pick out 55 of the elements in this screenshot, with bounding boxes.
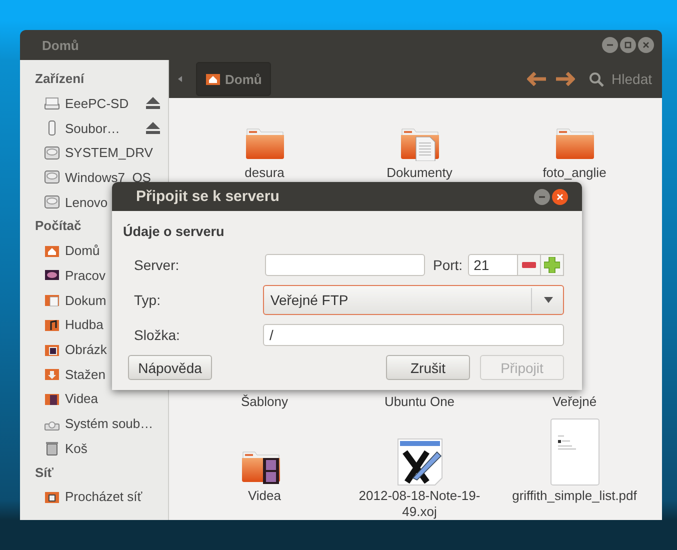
- pdf-thumbnail[interactable]: [550, 418, 600, 486]
- sidebar-item[interactable]: Procházet síť: [20, 484, 168, 510]
- port-field[interactable]: 21: [468, 254, 518, 276]
- cancel-button[interactable]: Zrušit: [386, 355, 470, 380]
- sidebar-item[interactable]: Windows7_OS: [20, 165, 168, 190]
- caret-icon: [544, 296, 553, 302]
- document-icon[interactable]: [396, 438, 442, 486]
- help-button[interactable]: Nápověda: [128, 355, 212, 380]
- field-label: Port:: [433, 256, 463, 272]
- window-title: Domů: [42, 38, 79, 52]
- file-name[interactable]: foto_anglie: [510, 165, 640, 181]
- minimize-button[interactable]: [602, 37, 618, 53]
- sidebar-item[interactable]: Systém soub…: [20, 411, 168, 436]
- field-label: Složka:: [133, 326, 181, 342]
- location-button[interactable]: Domů: [196, 62, 271, 96]
- file-name[interactable]: 2012-08-18-Note-19-49.xoj: [354, 488, 484, 520]
- trash-icon: [44, 440, 60, 456]
- file-name[interactable]: Videa: [200, 488, 330, 504]
- type-dropdown[interactable]: Veřejné FTP: [263, 284, 564, 314]
- minus-icon: [522, 262, 536, 268]
- file-name[interactable]: desura: [200, 165, 330, 181]
- drive-icon: [44, 95, 60, 112]
- file-name[interactable]: Ubuntu One: [354, 394, 484, 410]
- server-field[interactable]: [265, 254, 425, 276]
- sidebar-heading: Počítač: [34, 217, 82, 236]
- file-name[interactable]: griffith_simple_list.pdf: [500, 488, 650, 504]
- sidebar-heading: Zařízení: [34, 70, 84, 88]
- file-name[interactable]: Dokumenty: [354, 165, 484, 181]
- eject-icon[interactable]: [146, 97, 160, 110]
- documents-folder-icon: [44, 292, 60, 308]
- square-icon: [622, 39, 634, 51]
- sidebar-item[interactable]: Soubor…: [20, 116, 168, 140]
- folder-field[interactable]: /: [263, 324, 564, 346]
- dialog-title: Připojit se k serveru: [136, 188, 280, 205]
- decrement-button[interactable]: [518, 254, 541, 276]
- sidebar-heading: Síť: [34, 464, 54, 482]
- file-name[interactable]: Veřejné: [510, 394, 640, 410]
- sidebar-item[interactable]: Videa: [20, 386, 168, 412]
- increment-button[interactable]: [540, 254, 564, 276]
- sidebar-item[interactable]: EeePC-SD: [20, 91, 168, 116]
- search-icon[interactable]: [588, 72, 604, 86]
- sidebar-item[interactable]: Koš: [20, 436, 168, 461]
- sidebar-item[interactable]: SYSTEM_DRV: [20, 140, 168, 166]
- section-heading: Údaje o serveru: [123, 223, 226, 241]
- forward-arrow-icon[interactable]: [554, 72, 575, 86]
- downloads-folder-icon: [44, 366, 60, 382]
- back-arrow-icon[interactable]: [526, 72, 547, 86]
- plus-icon: [544, 256, 560, 272]
- field-label: Server:: [133, 256, 180, 272]
- home-folder-icon: [205, 71, 221, 87]
- field-label: Typ:: [133, 292, 162, 308]
- close-button[interactable]: [552, 188, 568, 204]
- eject-icon[interactable]: [146, 122, 160, 134]
- maximize-button[interactable]: [620, 37, 636, 53]
- file-name[interactable]: Šablony: [200, 394, 330, 410]
